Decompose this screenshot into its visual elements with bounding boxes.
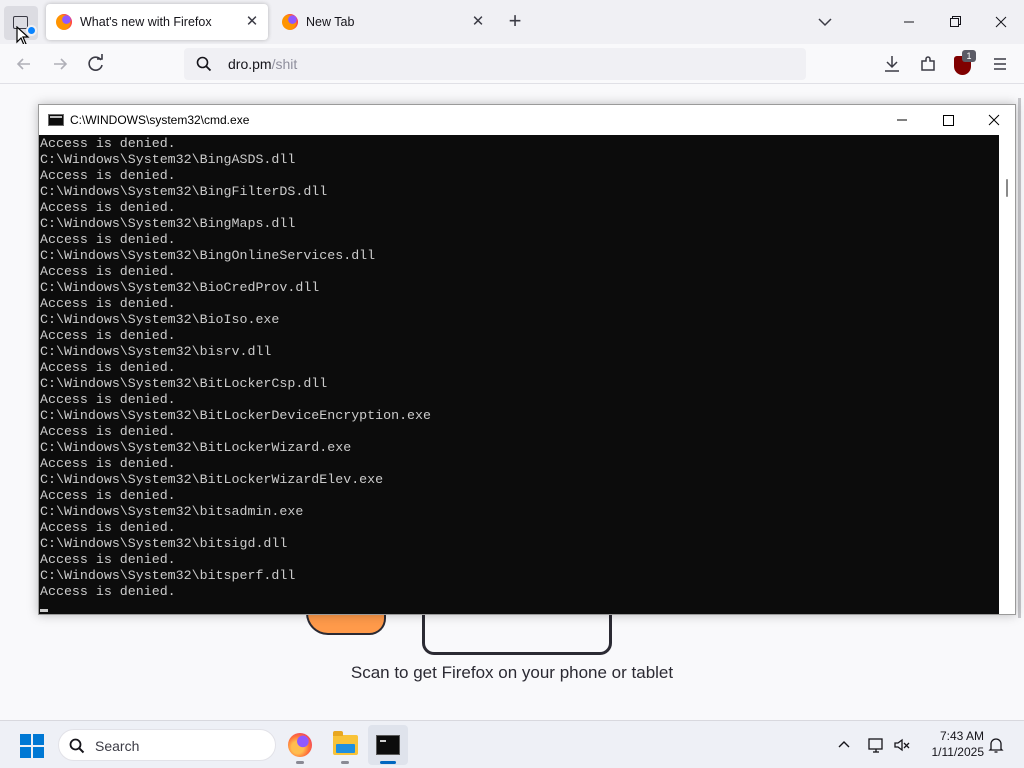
show-hidden-icons-chevron-icon[interactable] bbox=[834, 735, 854, 755]
forward-arrow-icon[interactable] bbox=[46, 50, 74, 78]
browser-tab-strip: What's new with Firefox ✕ New Tab ✕ + bbox=[0, 0, 1024, 46]
taskbar-search-label: Search bbox=[95, 738, 140, 754]
windows-start-icon[interactable] bbox=[20, 734, 44, 758]
network-icon[interactable] bbox=[866, 735, 886, 755]
taskbar-firefox[interactable] bbox=[280, 725, 320, 765]
tab-new-tab[interactable]: New Tab ✕ bbox=[272, 4, 494, 40]
page-scrollbar[interactable] bbox=[1018, 98, 1021, 618]
system-clock[interactable]: 7:43 AM 1/11/2025 bbox=[918, 728, 985, 760]
search-icon bbox=[69, 738, 85, 754]
url-host: dro.pm bbox=[228, 56, 272, 72]
navigation-toolbar: dro.pm/shit 1 bbox=[0, 44, 1024, 84]
close-window-icon[interactable] bbox=[985, 8, 1017, 36]
console-cursor bbox=[40, 609, 48, 612]
notification-bell-icon[interactable] bbox=[986, 735, 1006, 755]
address-bar[interactable]: dro.pm/shit bbox=[184, 48, 806, 80]
cmd-minimize-icon[interactable] bbox=[879, 105, 925, 135]
reload-icon[interactable] bbox=[82, 50, 110, 78]
cmd-scroll-thumb[interactable] bbox=[1006, 179, 1008, 197]
active-indicator bbox=[380, 761, 396, 764]
running-indicator bbox=[296, 761, 304, 764]
cmd-maximize-icon[interactable] bbox=[925, 105, 971, 135]
hamburger-menu-icon[interactable] bbox=[986, 50, 1014, 78]
firefox-favicon-icon bbox=[282, 14, 298, 30]
restore-window-icon[interactable] bbox=[939, 8, 971, 36]
console-output[interactable]: Access is denied. C:\Windows\System32\Bi… bbox=[39, 135, 999, 614]
firefox-icon bbox=[288, 733, 312, 757]
tab-title: New Tab bbox=[306, 15, 355, 29]
close-tab-icon[interactable]: ✕ bbox=[470, 14, 486, 30]
url-path: /shit bbox=[271, 56, 298, 72]
ublock-origin-extension-button[interactable]: 1 bbox=[954, 50, 976, 76]
firefox-favicon-icon bbox=[56, 14, 72, 30]
cmd-window: C:\WINDOWS\system32\cmd.exe Access is de… bbox=[38, 104, 1016, 615]
command-prompt-icon bbox=[376, 735, 400, 755]
extensions-puzzle-icon[interactable] bbox=[914, 50, 942, 78]
mouse-pointer-icon bbox=[16, 26, 30, 46]
tab-title: What's new with Firefox bbox=[80, 15, 212, 29]
url-text[interactable]: dro.pm/shit bbox=[228, 56, 297, 72]
volume-muted-icon[interactable] bbox=[892, 735, 912, 755]
taskbar-search-box[interactable]: Search bbox=[58, 729, 276, 761]
cmd-window-title: C:\WINDOWS\system32\cmd.exe bbox=[70, 113, 250, 127]
downloads-icon[interactable] bbox=[878, 50, 906, 78]
search-icon bbox=[196, 56, 212, 72]
extension-badge-count: 1 bbox=[962, 50, 976, 62]
taskbar-command-prompt[interactable] bbox=[368, 725, 408, 765]
list-all-tabs-chevron-icon[interactable] bbox=[814, 12, 836, 32]
clock-time: 7:43 AM bbox=[939, 729, 984, 743]
cmd-title-bar[interactable]: C:\WINDOWS\system32\cmd.exe bbox=[39, 105, 1015, 135]
minimize-window-icon[interactable] bbox=[893, 8, 925, 36]
scan-qr-text: Scan to get Firefox on your phone or tab… bbox=[350, 663, 674, 682]
firefox-mascot-illustration bbox=[306, 613, 386, 635]
taskbar: Search 7:43 AM 1/11/2025 bbox=[0, 720, 1024, 768]
running-indicator bbox=[341, 761, 349, 764]
tab-whats-new[interactable]: What's new with Firefox ✕ bbox=[46, 4, 268, 40]
console-text: Access is denied. C:\Windows\System32\Bi… bbox=[40, 136, 431, 599]
cmd-close-icon[interactable] bbox=[971, 105, 1017, 135]
close-tab-icon[interactable]: ✕ bbox=[244, 14, 260, 30]
taskbar-file-explorer[interactable] bbox=[325, 725, 365, 765]
cmd-scrollbar[interactable] bbox=[999, 135, 1015, 614]
file-explorer-icon bbox=[333, 731, 358, 755]
clock-date: 1/11/2025 bbox=[931, 745, 985, 759]
back-arrow-icon[interactable] bbox=[10, 50, 38, 78]
cmd-app-icon bbox=[48, 114, 64, 126]
new-tab-button[interactable]: + bbox=[504, 10, 526, 34]
